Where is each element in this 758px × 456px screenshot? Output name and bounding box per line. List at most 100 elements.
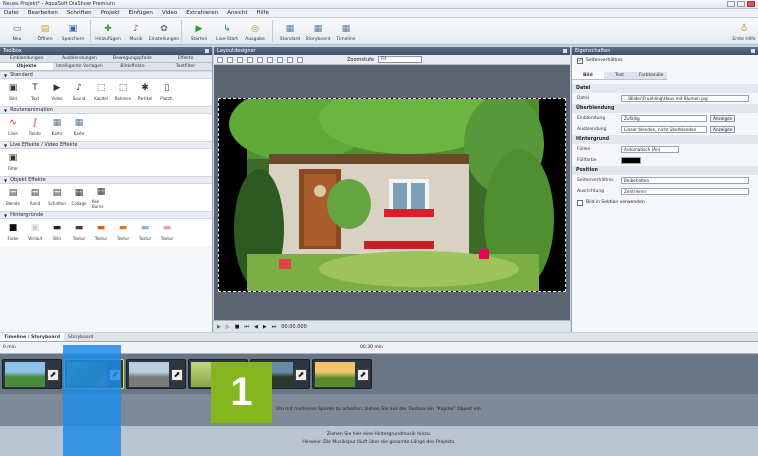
grid-icon[interactable] xyxy=(297,56,303,63)
toolbox-item[interactable]: ▦ Ken Burns xyxy=(92,187,110,209)
toolbox-item[interactable]: ▦ Karte xyxy=(70,117,88,138)
keep-ratio-checkbox[interactable]: ✓ xyxy=(577,57,583,64)
clip-1[interactable]: ⬈ xyxy=(2,359,62,389)
maximize-button[interactable] xyxy=(737,1,745,7)
toolbar-button-speichern[interactable]: ▣ Speichern xyxy=(59,23,87,42)
rewind-icon[interactable]: ◀ xyxy=(254,324,258,330)
crop-tool-icon[interactable] xyxy=(237,56,243,63)
property-field[interactable]: Beibehalten xyxy=(621,177,749,184)
toolbox-item[interactable]: ▶ Video xyxy=(48,82,66,103)
toolbox-item[interactable]: ▣ Filter xyxy=(4,152,22,173)
toolbox-section-header[interactable]: ▼ Live Effekte / Video Effekte xyxy=(0,141,212,149)
zoom-in-icon[interactable] xyxy=(247,56,253,63)
menu-item-6[interactable]: Extrahieren xyxy=(186,10,218,16)
toolbox-item[interactable]: ▬ Textur xyxy=(158,222,176,243)
toolbar-button-live-start[interactable]: ↳ Live-Start xyxy=(213,23,241,42)
menu-item-2[interactable]: Schriften xyxy=(67,10,92,16)
stop-icon[interactable]: ■ xyxy=(235,324,240,330)
transition-icon[interactable]: ⬈ xyxy=(357,369,369,381)
toolbar-button-hinzuf-gen[interactable]: ✚ Hinzufügen xyxy=(94,23,122,42)
toolbox-item[interactable]: ▬ Bild xyxy=(48,222,66,243)
toolbox-section-header[interactable]: ▼ Objekt Effekte xyxy=(0,176,212,184)
zoom-select[interactable]: Fit xyxy=(378,56,422,63)
menu-item-7[interactable]: Ansicht xyxy=(227,10,247,16)
toolbox-item[interactable]: T Text xyxy=(26,82,44,103)
toolbox-section-header[interactable]: ▼ Hintergründe xyxy=(0,211,212,219)
timeline-tab-1[interactable]: Storyboard xyxy=(64,333,97,341)
move-tool-icon[interactable] xyxy=(227,56,233,63)
menu-item-4[interactable]: Einfügen xyxy=(129,10,153,16)
toolbox-item[interactable]: ▣ Bild xyxy=(4,82,22,103)
pin-icon[interactable] xyxy=(563,49,567,53)
play-from-start-icon[interactable]: ▷ xyxy=(226,324,230,330)
close-button[interactable] xyxy=(747,1,755,7)
property-field[interactable]: ...\Bilder\Fruehling\Haus mit Blumen.jpg xyxy=(621,95,749,102)
toolbox-item[interactable]: ∫ Route xyxy=(26,117,44,138)
toolbox-item[interactable]: ▬ Textur xyxy=(114,222,132,243)
pin-icon[interactable] xyxy=(205,49,209,53)
collapse-triangle-icon[interactable]: ▼ xyxy=(4,108,7,113)
toolbox-tab-3[interactable]: Textfilter xyxy=(159,63,212,70)
toolbar-button-musik[interactable]: ♪ Musik xyxy=(122,23,150,42)
toolbar-button-ausgabe[interactable]: ◎ Ausgabe xyxy=(241,23,269,42)
toolbox-tab-2[interactable]: Bildeffekte xyxy=(106,63,159,70)
toolbox-item[interactable]: ♪ Sound xyxy=(70,82,88,103)
clip-6[interactable]: ⬈ xyxy=(312,359,372,389)
section-checkbox[interactable] xyxy=(577,199,583,206)
collapse-triangle-icon[interactable]: ▼ xyxy=(4,213,7,218)
show-preview-button[interactable]: Anzeigen xyxy=(710,126,736,133)
property-field[interactable]: Linear blenden, nicht überblenden xyxy=(621,126,707,133)
toolbox-section-header[interactable]: ▼ Standard xyxy=(0,71,212,79)
menu-item-3[interactable]: Projekt xyxy=(101,10,120,16)
show-preview-button[interactable]: Anzeigen xyxy=(710,115,736,122)
align-left-icon[interactable] xyxy=(267,56,273,63)
toolbox-tab-3[interactable]: Effekte xyxy=(159,55,212,62)
toolbar-button-starten[interactable]: ▶ Starten xyxy=(185,23,213,42)
clip-3[interactable]: ⬈ xyxy=(126,359,186,389)
toolbox-tab-1[interactable]: Intelligente Vorlagen xyxy=(53,63,106,70)
skip-back-icon[interactable]: ⏮ xyxy=(244,324,249,330)
pin-icon[interactable] xyxy=(751,49,755,53)
toolbar-button-timeline[interactable]: ▦ Timeline xyxy=(332,23,360,42)
minimize-button[interactable] xyxy=(727,1,735,7)
toolbox-item[interactable]: ▤ Rand xyxy=(26,187,44,208)
toolbar-button-standard[interactable]: ▦ Standard xyxy=(276,23,304,42)
collapse-triangle-icon[interactable]: ▼ xyxy=(4,178,7,183)
menu-item-8[interactable]: Hilfe xyxy=(257,10,270,16)
menu-item-0[interactable]: Datei xyxy=(4,10,19,16)
toolbox-item[interactable]: ▤ Schatten xyxy=(48,187,66,208)
toolbox-item[interactable]: ■ Farbe xyxy=(4,222,22,243)
toolbox-item[interactable]: ▬ Textur xyxy=(136,222,154,243)
preview-stage[interactable] xyxy=(218,98,566,292)
toolbox-item[interactable]: ⬚ Kapitel xyxy=(92,82,110,103)
toolbox-section-header[interactable]: ▼ Routenanimation xyxy=(0,106,212,114)
toolbox-item[interactable]: ▬ Textur xyxy=(92,222,110,243)
toolbox-item[interactable]: ▬ Textur xyxy=(70,222,88,243)
align-center-icon[interactable] xyxy=(277,56,283,63)
menu-item-5[interactable]: Video xyxy=(162,10,177,16)
timeline-tab-0[interactable]: Timeline / Storyboard xyxy=(0,333,65,341)
toolbox-item[interactable]: ▦ Collage xyxy=(70,187,88,208)
toolbox-tab-1[interactable]: Ausblendungen xyxy=(53,55,106,62)
toolbox-item[interactable]: ⬚ Rahmen xyxy=(114,82,132,103)
toolbox-item[interactable]: ▦ Karte xyxy=(48,117,66,138)
property-field[interactable]: Zentrieren xyxy=(621,188,749,195)
play-icon[interactable]: ▶ xyxy=(217,324,221,330)
transition-icon[interactable]: ⬈ xyxy=(171,369,183,381)
transition-icon[interactable]: ⬈ xyxy=(295,369,307,381)
property-field[interactable]: Zufällig xyxy=(621,115,707,122)
toolbar-button-neu[interactable]: ▭ Neu xyxy=(3,23,31,42)
zoom-out-icon[interactable] xyxy=(257,56,263,63)
menu-item-1[interactable]: Bearbeiten xyxy=(28,10,58,16)
toolbox-item[interactable]: ✱ Partikel xyxy=(136,82,154,103)
property-field[interactable]: Automatisch (An) xyxy=(621,146,679,153)
help-button[interactable]: ♁ Erste Hilfe xyxy=(730,23,758,42)
transition-icon[interactable]: ⬈ xyxy=(47,369,59,381)
toolbar-button-einstellungen[interactable]: ✿ Einstellungen xyxy=(149,23,180,42)
toolbox-tab-0[interactable]: Einblendungen xyxy=(0,55,53,62)
toolbox-item[interactable]: ∿ Linie xyxy=(4,117,22,138)
playhead-marker[interactable] xyxy=(63,345,121,456)
toolbox-item[interactable]: ▯ Platzh. xyxy=(158,82,176,103)
properties-tab-1[interactable]: Text xyxy=(604,72,636,79)
toolbar-button-storyboard[interactable]: ▦ Storyboard xyxy=(304,23,332,42)
